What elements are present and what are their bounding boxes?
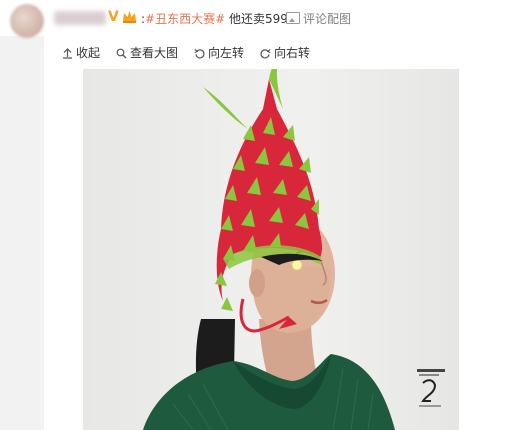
view-large-button[interactable]: 查看大图	[116, 46, 178, 60]
post-text: :#丑东西大赛# 他还卖599	[141, 12, 288, 26]
crown-icon	[123, 11, 136, 23]
brand-logo	[417, 369, 445, 407]
collapse-button[interactable]: 收起	[62, 46, 100, 60]
collapse-label: 收起	[76, 46, 101, 60]
post-header: V :#丑东西大赛# 他还卖599 评论配图	[0, 0, 505, 38]
magnifier-icon	[116, 48, 127, 59]
image-toolbar: 收起 查看大图 向左转 向右转	[44, 36, 505, 68]
rotate-right-button[interactable]: 向右转	[260, 46, 310, 60]
avatar[interactable]	[10, 4, 44, 38]
rotate-right-label: 向右转	[274, 46, 311, 60]
rotate-left-label: 向左转	[208, 46, 245, 60]
woman-in-pitaya-hat-image	[143, 69, 445, 430]
rotate-left-button[interactable]: 向左转	[194, 46, 244, 60]
arrow-up-icon	[63, 48, 72, 59]
verified-v-icon: V	[108, 9, 119, 25]
rotate-right-icon	[260, 49, 271, 59]
post-photo[interactable]	[83, 69, 459, 430]
rotate-left-icon	[194, 49, 205, 59]
picture-icon	[286, 12, 300, 24]
view-large-label: 查看大图	[130, 46, 179, 60]
comment-image-link[interactable]: 评论配图	[286, 11, 351, 27]
user-name-blurred[interactable]	[54, 11, 106, 25]
comment-image-label: 评论配图	[303, 12, 352, 26]
post-body: 他还卖599	[229, 12, 288, 26]
topic-link[interactable]: #丑东西大赛#	[145, 12, 225, 26]
